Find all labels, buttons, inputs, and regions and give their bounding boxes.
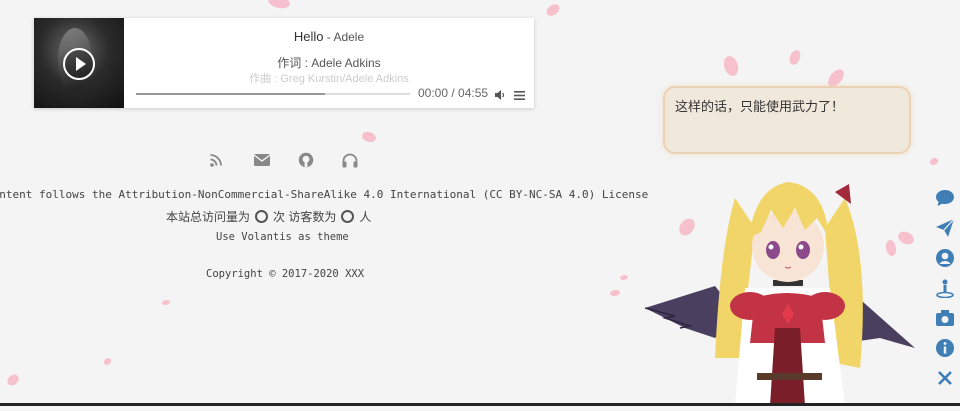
volume-icon[interactable] [494, 88, 506, 100]
petal [162, 300, 170, 305]
album-cover[interactable] [34, 18, 124, 108]
visitors-unit: 人 [359, 210, 372, 224]
petal [544, 1, 562, 19]
about-icon[interactable] [935, 338, 955, 358]
headphones-icon[interactable] [341, 152, 359, 168]
github-icon[interactable] [297, 152, 315, 168]
send-icon[interactable] [935, 218, 955, 238]
time-display: 00:00 / 04:55 [418, 86, 489, 100]
petal [360, 129, 378, 145]
copyright: Copyright © 2017-2020 XXX [206, 268, 365, 280]
petal [104, 358, 111, 365]
waifu-message: 这样的话，只能使用武力了！ [675, 99, 845, 114]
visits-unit: 次 [273, 210, 286, 224]
loading-spinner-icon [341, 210, 355, 223]
song-artist: - Adele [323, 30, 365, 44]
lyric-current: 作词 : Adele Adkins [277, 56, 381, 70]
loading-spinner-icon [255, 210, 269, 223]
theme-credit: Use Volantis as theme [216, 231, 349, 243]
waifu-speech-bubble: 这样的话，只能使用武力了！ [663, 86, 911, 154]
camera-icon[interactable] [935, 308, 955, 328]
petal [719, 53, 743, 79]
progress-fill [136, 93, 326, 95]
lyric-next: 作曲 : Greg Kurstin/Adele Adkins [249, 73, 409, 85]
visitors-label: 访客数为 [288, 210, 337, 224]
chat-icon[interactable] [935, 188, 955, 208]
info-walk-icon[interactable] [935, 278, 955, 299]
mail-icon[interactable] [253, 152, 271, 168]
visit-counter: 本站总访问量为 次 访客数为 人 [166, 208, 371, 225]
rss-icon[interactable] [208, 152, 226, 168]
song-title-line: Hello - Adele [124, 29, 534, 44]
playlist-icon[interactable] [514, 88, 525, 100]
music-player: Hello - Adele 作词 : Adele Adkins 作曲 : Gre… [34, 18, 534, 108]
petal [610, 290, 620, 296]
petal [930, 158, 938, 165]
close-icon[interactable] [935, 368, 955, 388]
song-title: Hello [293, 29, 324, 44]
petal [620, 275, 628, 280]
visits-label: 本站总访问量为 [166, 210, 251, 224]
progress-bar[interactable] [136, 93, 410, 95]
waifu-character[interactable] [644, 168, 915, 406]
play-button[interactable] [63, 48, 95, 80]
license-text: Content follows the Attribution-NonComme… [0, 188, 649, 201]
petal [266, 0, 292, 12]
petal [5, 372, 21, 388]
user-icon[interactable] [935, 248, 955, 268]
petal [788, 49, 802, 66]
